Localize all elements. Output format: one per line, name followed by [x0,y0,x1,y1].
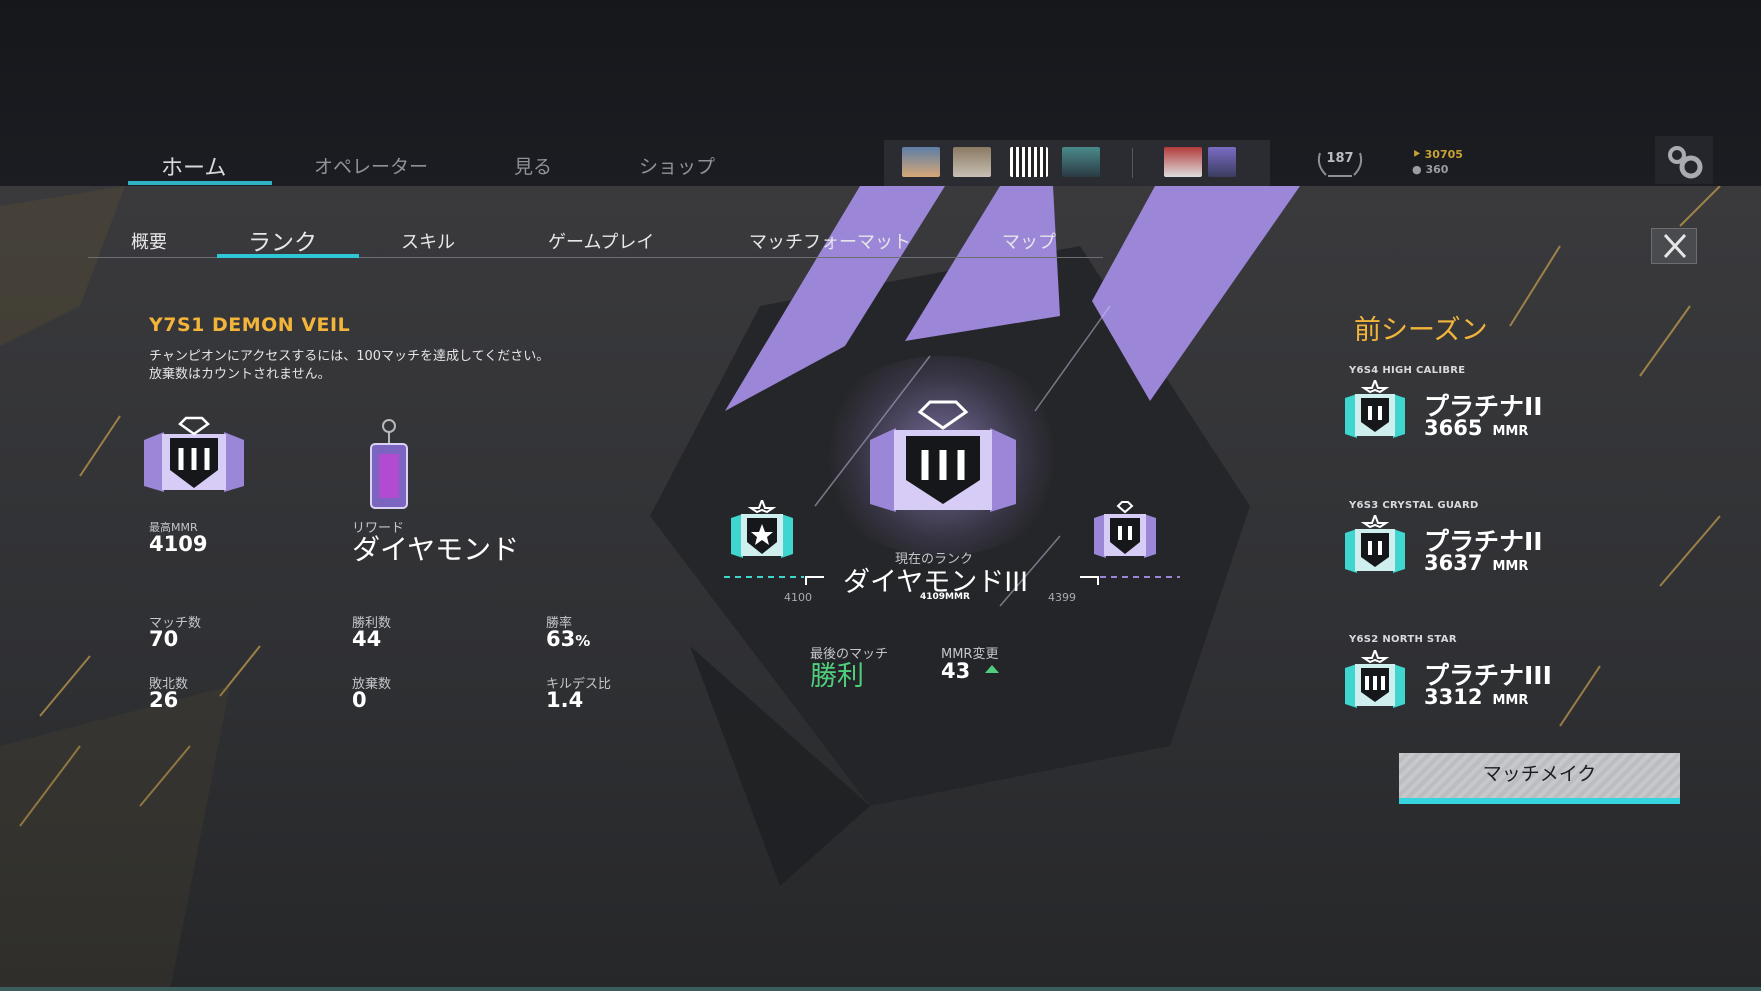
prev-season-mmr: 3665 MMR [1424,416,1529,440]
current-rank-badge-icon [870,400,1016,512]
last-match-result: 勝利 [810,661,864,692]
previous-season-title: 前シーズン [1354,315,1488,346]
divider [1132,148,1133,178]
renown-icon: ⯈ [1412,148,1425,161]
nav-tab-shop[interactable]: ショップ [639,152,715,179]
season-note-line1: チャンピオンにアクセスするには、100マッチを達成してください。 [149,349,550,364]
platinum-rank-badge-icon [1345,380,1405,438]
renown-amount: ⯈ 30705 [1412,148,1463,161]
next-tier-badge-icon [1094,501,1156,558]
win-rate-value: 63% [546,627,591,651]
arrow-up-icon [985,665,999,673]
prev-season-name: Y6S2 NORTH STAR [1349,634,1457,645]
season-title: Y7S1 DEMON VEIL [149,314,351,336]
tab-overview[interactable]: 概要 [131,228,167,254]
platinum-rank-badge-icon [1345,515,1405,573]
top-navigation-bar: ホーム オペレーター 見る ショップ 187 ⯈ 30705 ● 360 [0,0,1761,186]
settings-button[interactable] [1655,136,1713,184]
qr-code-icon[interactable] [1010,147,1048,177]
matchmake-button-label: マッチメイク [1482,763,1597,785]
prev-season-name: Y6S3 CRYSTAL GUARD [1349,500,1479,511]
player-level: 187 [1326,151,1354,166]
tab-maps[interactable]: マップ [1002,228,1056,254]
tab-skill[interactable]: スキル [401,228,455,254]
close-button[interactable] [1651,228,1697,264]
abandons-value: 0 [352,688,367,712]
matchmake-button[interactable]: マッチメイク [1399,753,1680,804]
tab-rank[interactable]: ランク [248,223,317,257]
avatar[interactable] [1062,147,1100,177]
nav-tab-operators[interactable]: オペレーター [314,152,428,179]
gear-icon [1668,146,1703,179]
credits-icon: ● [1412,163,1426,176]
previous-tier-badge-icon [731,500,793,558]
matches-value: 70 [149,627,179,651]
nav-tab-home[interactable]: ホーム [161,150,226,182]
avatar[interactable] [902,147,940,177]
rank-thumbnail-icon[interactable] [1208,147,1236,177]
credits-amount: ● 360 [1412,163,1449,176]
prev-season-mmr: 3637 MMR [1424,551,1529,575]
nav-active-indicator [128,181,272,185]
range-low-value: 4100 [784,591,812,604]
close-icon [1663,233,1687,259]
diamond-rank-badge-icon [144,416,244,492]
range-high-value: 4399 [1048,591,1076,604]
tab-active-indicator [217,254,359,258]
mmr-change-value: 43 [941,659,971,683]
squad-avatar-strip [884,140,1270,186]
nav-tab-watch[interactable]: 見る [514,152,552,179]
kd-value: 1.4 [546,688,584,712]
current-mmr-value: 4109MMR [920,592,970,602]
tab-match-format[interactable]: マッチフォーマット [749,228,911,254]
losses-value: 26 [149,688,179,712]
tab-gameplay[interactable]: ゲームプレイ [548,228,654,254]
platinum-rank-badge-icon [1345,650,1405,708]
wins-value: 44 [352,627,382,651]
reward-charm-icon [370,419,408,509]
prev-season-name: Y6S4 HIGH CALIBRE [1349,365,1466,376]
avatar[interactable] [953,147,991,177]
charm-thumbnail[interactable] [1164,147,1202,177]
reward-value: ダイヤモンド [352,533,520,566]
season-note-line2: 放棄数はカウントされません。 [149,367,331,382]
prev-season-mmr: 3312 MMR [1424,685,1529,709]
bottom-edge [0,987,1761,991]
rank-panel: 概要 ランク スキル ゲームプレイ マッチフォーマット マップ Y7S1 DEM… [0,186,1761,991]
best-mmr-value: 4109 [149,532,208,556]
